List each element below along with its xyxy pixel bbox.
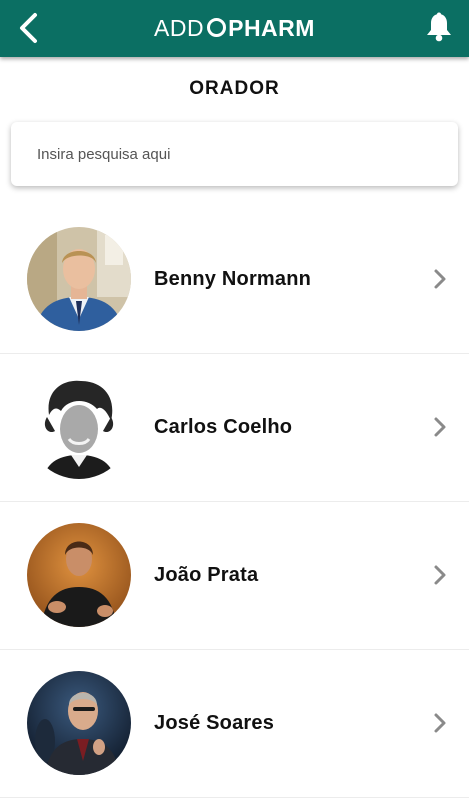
speaker-row[interactable]: Benny Normann xyxy=(0,206,469,354)
notifications-button[interactable] xyxy=(423,11,455,43)
bell-icon xyxy=(427,12,451,42)
app-logo: ADD PHARM xyxy=(0,14,469,42)
speaker-row[interactable]: Carlos Coelho xyxy=(0,354,469,502)
speaker-row[interactable]: João Prata xyxy=(0,502,469,650)
chevron-right-icon xyxy=(434,713,446,733)
speaker-row[interactable]: José Soares xyxy=(0,650,469,798)
speaker-name: Benny Normann xyxy=(154,268,312,290)
speaker-avatar xyxy=(27,375,131,479)
chevron-right-icon xyxy=(434,565,446,585)
logo-text-bold: PHARM xyxy=(228,15,315,41)
search-container xyxy=(11,122,458,186)
speaker-avatar xyxy=(27,671,131,775)
speaker-list: Benny Normann Carlos Coelho João Prata J… xyxy=(0,206,469,798)
logo-ring xyxy=(207,18,227,37)
speaker-name: João Prata xyxy=(154,564,259,586)
speaker-name: Carlos Coelho xyxy=(154,416,293,438)
search-input[interactable] xyxy=(11,122,458,186)
logo-text-light: ADD xyxy=(154,15,205,41)
speaker-avatar xyxy=(27,227,131,331)
page-title: ORADOR xyxy=(189,78,280,99)
top-app-bar: ADD PHARM xyxy=(0,0,469,57)
chevron-right-icon xyxy=(434,417,446,437)
chevron-right-icon xyxy=(434,269,446,289)
speaker-avatar xyxy=(27,523,131,627)
speaker-name: José Soares xyxy=(154,712,275,734)
